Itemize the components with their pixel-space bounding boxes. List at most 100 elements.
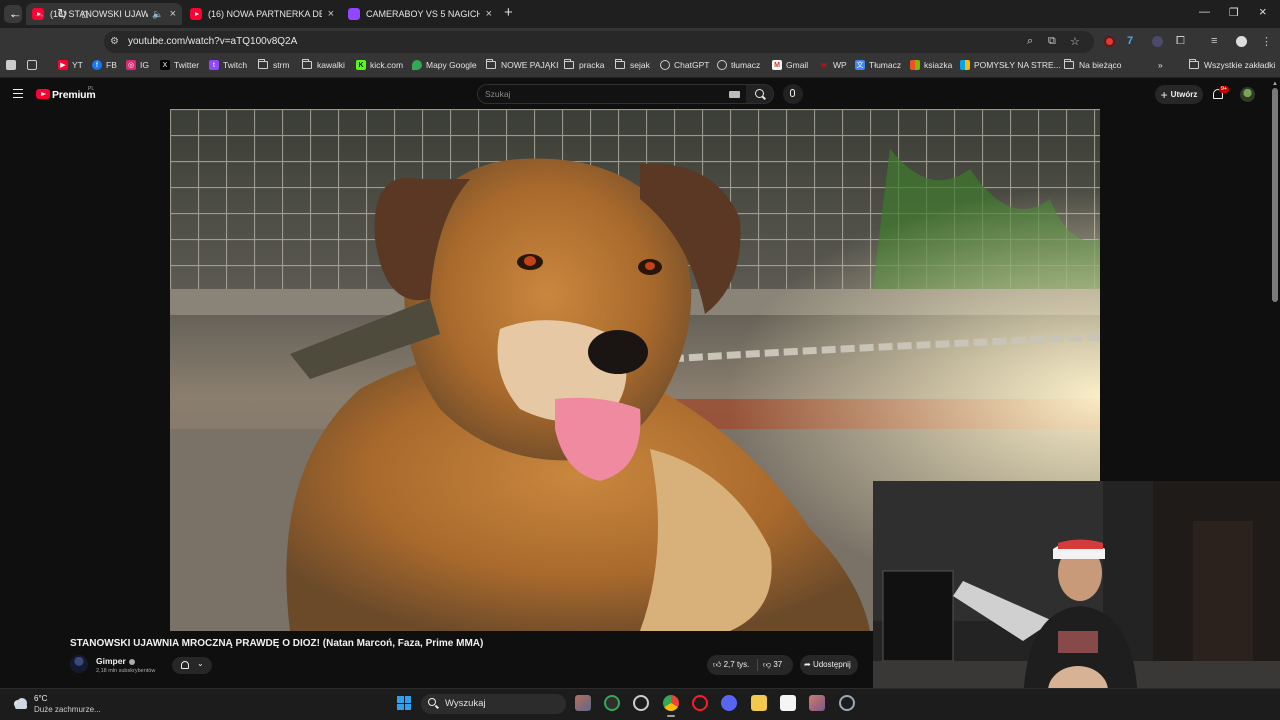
- url-text[interactable]: youtube.com/watch?v=aTQ100v8Q2A: [128, 36, 297, 47]
- youtube-logo-icon[interactable]: [36, 89, 50, 99]
- like-divider: [757, 659, 758, 671]
- new-tab-button[interactable]: +: [504, 5, 513, 21]
- minimize-button[interactable]: —: [1199, 6, 1210, 18]
- close-window-button[interactable]: ×: [1259, 4, 1267, 19]
- bookmark-nowe-pajaki[interactable]: NOWE PAJĄKI: [486, 59, 558, 70]
- bookmark-fb[interactable]: f FB: [92, 60, 117, 70]
- bookmark-twitter[interactable]: X Twitter: [160, 60, 199, 70]
- bookmark-ksiazka[interactable]: ksiazka: [910, 60, 952, 70]
- translate-icon: 文: [855, 60, 865, 70]
- settings-wheel-app-icon[interactable]: [633, 695, 649, 711]
- grid-icon[interactable]: [27, 60, 41, 70]
- cast-icon[interactable]: ⧉: [1048, 35, 1056, 48]
- zoom-icon[interactable]: ⌕: [1027, 35, 1033, 48]
- record-extension-icon[interactable]: [1104, 36, 1115, 47]
- channel-avatar[interactable]: [70, 655, 88, 673]
- weather-condition[interactable]: Duże zachmurze...: [34, 705, 101, 714]
- bookmark-sejak[interactable]: sejak: [615, 59, 650, 70]
- bookmark-strm[interactable]: strm: [258, 59, 290, 70]
- chevron-down-icon: ⌄: [197, 659, 204, 668]
- folder-icon: [564, 59, 574, 69]
- file-explorer-icon[interactable]: [751, 695, 767, 711]
- bookmark-chatgpt[interactable]: ChatGPT: [660, 60, 709, 70]
- thumbs-down-icon: 👎︎: [763, 660, 772, 669]
- cloud-weather-icon[interactable]: [12, 697, 28, 709]
- subscriber-count: 2,18 mln subskrybentów: [96, 668, 156, 674]
- microsoft-icon: [960, 60, 970, 70]
- shield-app-icon[interactable]: [604, 695, 620, 711]
- subscription-bell-button[interactable]: [172, 657, 212, 674]
- user-avatar[interactable]: [1240, 87, 1255, 102]
- all-bookmarks[interactable]: Wszystkie zakładki: [1189, 59, 1275, 70]
- bookmark-star-icon[interactable]: ☆: [1070, 35, 1080, 48]
- folder-icon: [615, 59, 625, 69]
- discord-icon[interactable]: [721, 695, 737, 711]
- photo-app-icon-2[interactable]: [809, 695, 825, 711]
- share-button[interactable]: ➦ Udostępnij: [804, 660, 851, 669]
- photo-app-icon[interactable]: [575, 695, 591, 711]
- bookmark-kick[interactable]: Kkick.com: [356, 60, 403, 70]
- windows-start-icon[interactable]: [397, 696, 411, 710]
- close-tab-icon[interactable]: ×: [170, 8, 176, 20]
- active-app-indicator: [667, 715, 675, 717]
- bookmark-kawalki[interactable]: kawalki: [302, 59, 345, 70]
- facebook-icon: f: [92, 60, 102, 70]
- wp-icon: w: [821, 61, 827, 69]
- reload-button[interactable]: ↻: [57, 6, 68, 22]
- scroll-up-arrow-icon[interactable]: ▲: [1272, 81, 1278, 87]
- menu-kebab-icon[interactable]: ⋮: [1261, 35, 1272, 48]
- tab-title: (16) NOWA PARTNERKA DELOR: [208, 9, 322, 19]
- bookmark-pomysly[interactable]: POMYSŁY NA STRE...: [960, 60, 1061, 70]
- webcam-frame-image: [873, 481, 1280, 720]
- folder-icon: [486, 59, 496, 69]
- like-button[interactable]: 👍︎ 2,7 tys.: [713, 660, 749, 670]
- tab-3[interactable]: CAMERABOY VS 5 NAGICH KO ×: [342, 3, 498, 25]
- tab-title: CAMERABOY VS 5 NAGICH KO: [366, 9, 480, 19]
- maximize-button[interactable]: ❐: [1229, 6, 1239, 19]
- folder-icon: [1189, 59, 1199, 69]
- create-button[interactable]: + Utwórz: [1155, 85, 1203, 104]
- search-input[interactable]: [477, 84, 747, 104]
- dislike-button[interactable]: 👎︎ 37: [763, 660, 782, 670]
- back-button[interactable]: ←: [9, 6, 22, 22]
- bookmark-ig[interactable]: ◎ IG: [126, 60, 149, 70]
- extensions-puzzle-icon[interactable]: ⧠: [1176, 35, 1185, 48]
- opera-icon[interactable]: [692, 695, 708, 711]
- reading-list-icon[interactable]: ≡: [1211, 35, 1217, 47]
- bookmark-wp[interactable]: w WP: [819, 60, 846, 70]
- profile-avatar[interactable]: [1236, 36, 1247, 47]
- tab-2[interactable]: (16) NOWA PARTNERKA DELOR ×: [184, 3, 340, 25]
- forward-button[interactable]: →: [33, 6, 46, 22]
- bookmark-tlumacz-2[interactable]: 文 Tłumacz: [855, 60, 901, 70]
- tab-active[interactable]: (16) STANOWSKI UJAWNIA 🔈 ×: [26, 3, 182, 25]
- bookmark-tlumacz[interactable]: tłumacz: [717, 60, 760, 70]
- keyboard-icon[interactable]: [729, 91, 740, 98]
- bookmark-yt[interactable]: ▶ YT: [58, 60, 83, 70]
- home-button[interactable]: ⌂: [81, 6, 89, 22]
- region-code: PL: [88, 86, 95, 92]
- site-info-icon[interactable]: ⚙: [110, 36, 119, 47]
- bookmark-na-biezaco[interactable]: Na bieżąco: [1064, 59, 1122, 70]
- bookmark-pracka[interactable]: pracka: [564, 59, 605, 70]
- weather-temperature[interactable]: 6°C: [34, 694, 47, 703]
- channel-name[interactable]: Gimper: [96, 656, 135, 666]
- extension-icon[interactable]: 7: [1127, 35, 1133, 47]
- speaker-icon[interactable]: 🔈: [152, 9, 163, 20]
- extension-icon[interactable]: [1152, 36, 1163, 47]
- bookmark-twitch[interactable]: t Twitch: [209, 60, 247, 70]
- kick-icon: K: [356, 60, 366, 70]
- capcut-icon[interactable]: [780, 695, 796, 711]
- bookmarks-overflow-icon[interactable]: »: [1158, 60, 1163, 70]
- bookmark-gmail[interactable]: M Gmail: [772, 60, 808, 70]
- bookmark-maps[interactable]: Mapy Google: [412, 60, 477, 70]
- taskbar-search-box[interactable]: [421, 694, 566, 714]
- taskbar-search-label: Wyszukaj: [445, 698, 486, 709]
- bookmark-apps-icon[interactable]: [6, 60, 20, 70]
- close-tab-icon[interactable]: ×: [328, 8, 334, 20]
- thumbs-up-icon: 👍︎: [713, 660, 722, 669]
- chrome-icon[interactable]: [663, 695, 679, 711]
- menu-hamburger-icon[interactable]: [13, 89, 23, 98]
- settings-gear-icon[interactable]: [839, 695, 855, 711]
- close-tab-icon[interactable]: ×: [486, 8, 492, 20]
- page-scrollbar[interactable]: [1272, 88, 1278, 302]
